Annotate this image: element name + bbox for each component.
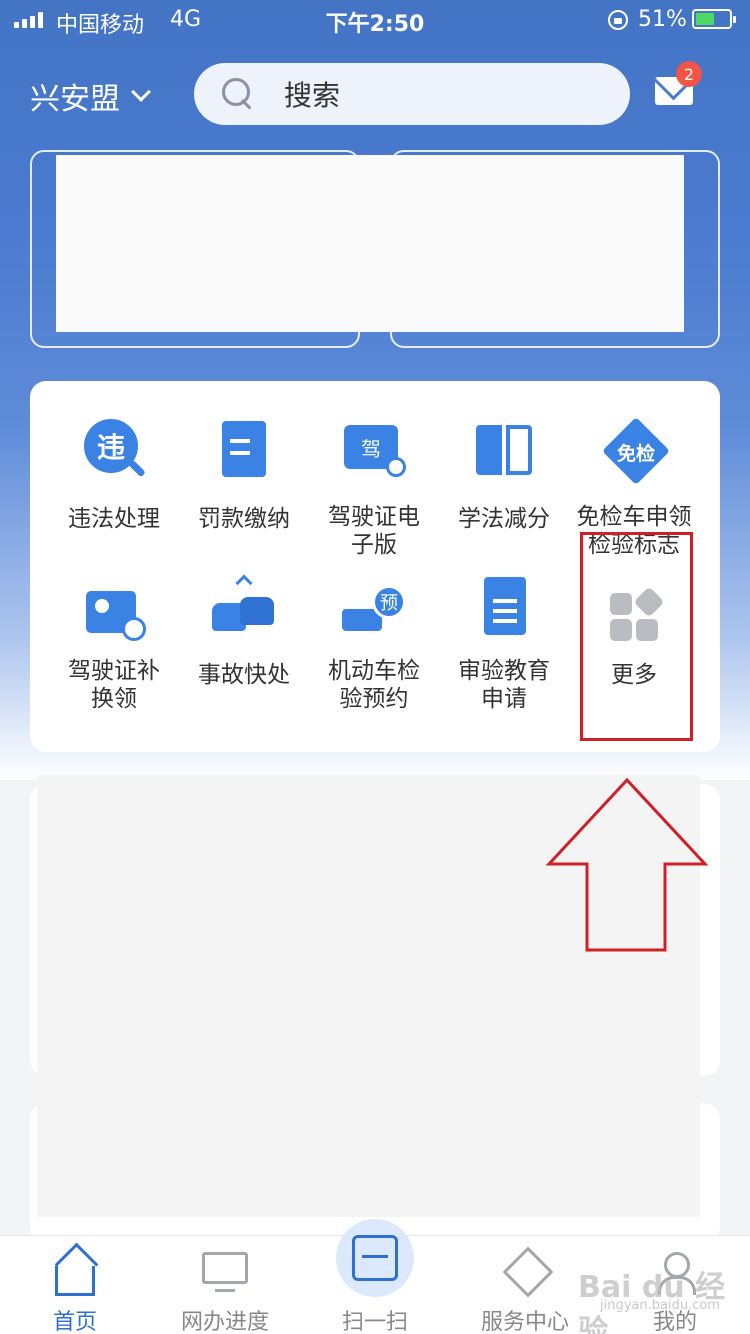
search-placeholder: 搜索 — [284, 79, 341, 112]
service-center-icon — [502, 1252, 548, 1294]
city-name: 兴安盟 — [30, 82, 120, 117]
notification-badge: 2 — [676, 61, 702, 87]
license-replace-icon — [82, 581, 146, 645]
document-icon — [472, 575, 536, 639]
service-education[interactable]: 审验教育 申请 — [439, 571, 569, 751]
service-accident[interactable]: 事故快处 — [179, 571, 309, 751]
monitor-icon — [202, 1252, 248, 1292]
service-label: 学法减分 — [458, 506, 550, 532]
tab-progress[interactable]: 网办进度 — [150, 1236, 300, 1334]
service-fine-payment[interactable]: 罚款缴纳 — [179, 381, 309, 561]
exemption-badge-icon: 免检 — [602, 417, 670, 485]
scan-icon[interactable] — [336, 1219, 414, 1297]
violation-search-icon: 违 — [82, 417, 146, 481]
service-label: 驾驶证补 换领 — [68, 658, 160, 712]
service-label: 审验教育 申请 — [458, 658, 550, 712]
accident-cars-icon — [212, 574, 276, 639]
service-label: 事故快处 — [198, 662, 290, 688]
status-bar: 中国移动 4G 下午2:50 51% — [0, 0, 750, 40]
service-label: 机动车检 验预约 — [328, 658, 420, 712]
service-label: 驾驶证电 子版 — [328, 504, 420, 558]
tab-home[interactable]: 首页 — [0, 1236, 150, 1334]
service-electronic-license[interactable]: 驾 驾驶证电 子版 — [309, 381, 439, 561]
home-icon — [55, 1266, 95, 1296]
up-arrow-annotation — [545, 777, 709, 952]
battery-percent: 51% — [638, 7, 687, 32]
inspection-booking-icon: 预 — [342, 581, 406, 645]
electronic-license-icon: 驾 — [342, 417, 406, 481]
tab-label: 网办进度 — [180, 1310, 269, 1334]
service-label: 罚款缴纳 — [198, 506, 290, 532]
study-book-icon — [472, 419, 536, 483]
service-label: 违法处理 — [68, 506, 160, 532]
tab-label: 扫一扫 — [341, 1310, 408, 1334]
highlight-box — [580, 532, 693, 741]
city-selector[interactable]: 兴安盟 — [30, 74, 151, 118]
battery-icon — [692, 9, 736, 29]
service-inspection-booking[interactable]: 预 机动车检 验预约 — [309, 571, 439, 751]
service-violation[interactable]: 违 违法处理 — [49, 381, 179, 561]
search-icon — [222, 78, 254, 110]
chevron-down-icon — [131, 82, 151, 102]
watermark-url: jingyan.baidu.com — [600, 1298, 720, 1313]
search-bar[interactable]: 搜索 — [194, 63, 630, 125]
service-license-replace[interactable]: 驾驶证补 换领 — [49, 571, 179, 751]
rotation-lock-icon — [608, 10, 628, 30]
fine-receipt-icon — [212, 419, 276, 483]
tab-label: 首页 — [52, 1310, 97, 1334]
banner-redaction — [56, 155, 684, 332]
service-study-points[interactable]: 学法减分 — [439, 381, 569, 561]
